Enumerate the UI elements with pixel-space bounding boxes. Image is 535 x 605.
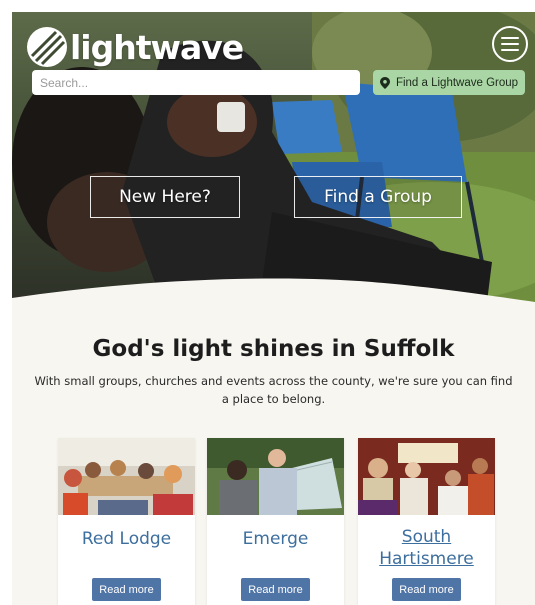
map-pin-icon <box>379 76 390 89</box>
card-title[interactable]: Red Lodge <box>58 528 195 550</box>
group-card-red-lodge[interactable]: Red Lodge Read more <box>58 438 195 605</box>
find-a-group-button[interactable]: Find a Group <box>294 176 462 218</box>
hero-wave-divider <box>12 278 535 312</box>
card-photo <box>58 438 195 515</box>
menu-button[interactable] <box>492 26 528 62</box>
card-title[interactable]: Emerge <box>207 528 344 550</box>
intro-text: With small groups, churches and events a… <box>34 374 513 406</box>
main-content: God's light shines in Suffolk With small… <box>12 312 535 605</box>
find-lightwave-group-button[interactable]: Find a Lightwave Group <box>373 70 525 95</box>
read-more-button[interactable]: Read more <box>241 578 310 601</box>
search-input[interactable] <box>32 70 360 95</box>
lightwave-logo-icon <box>27 27 67 67</box>
read-more-button[interactable]: Read more <box>92 578 161 601</box>
logo-text: lightwave <box>70 27 244 67</box>
find-group-label: Find a Lightwave Group <box>395 76 519 89</box>
new-here-button[interactable]: New Here? <box>90 176 240 218</box>
site-logo[interactable]: lightwave <box>26 20 244 74</box>
card-title[interactable]: South Hartismere <box>358 526 495 570</box>
group-card-emerge[interactable]: Emerge Read more <box>207 438 344 605</box>
menu-icon <box>501 37 519 39</box>
card-photo <box>358 438 495 515</box>
page-title: God's light shines in Suffolk <box>92 336 455 362</box>
hero-banner: lightwave Find a Lightwave Group New Her… <box>12 12 535 312</box>
group-card-south-hartismere[interactable]: South Hartismere Read more <box>358 438 495 605</box>
card-photo <box>207 438 344 515</box>
read-more-button[interactable]: Read more <box>392 578 461 601</box>
